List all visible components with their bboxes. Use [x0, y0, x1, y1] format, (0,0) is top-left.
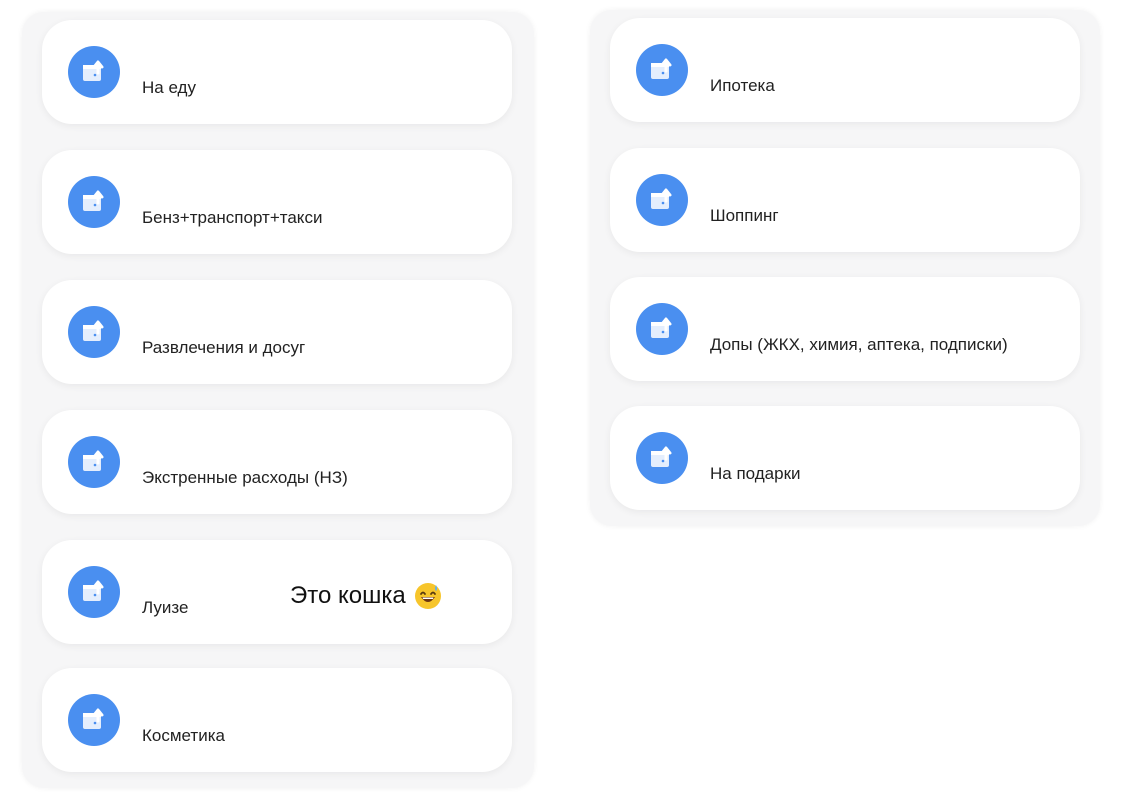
- category-card-mortgage[interactable]: Ипотека: [610, 18, 1080, 122]
- category-label: На подарки: [710, 464, 801, 483]
- category-label: Бенз+транспорт+такси: [142, 208, 323, 227]
- category-card-food[interactable]: На еду: [42, 20, 512, 124]
- category-label: Экстренные расходы (НЗ): [142, 468, 348, 487]
- category-card-shopping[interactable]: Шоппинг: [610, 148, 1080, 252]
- wallet-arrow-up-icon: [68, 46, 120, 98]
- category-card-cosmetics[interactable]: Косметика: [42, 668, 512, 772]
- wallet-arrow-up-icon: [68, 306, 120, 358]
- category-label: Допы (ЖКХ, химия, аптека, подписки): [710, 335, 1008, 354]
- wallet-arrow-up-icon: [636, 432, 688, 484]
- category-label: Развлечения и досуг: [142, 338, 306, 357]
- grinning-sweat-emoji-icon: [414, 582, 442, 610]
- right-category-panel: Ипотека Шоппинг Допы (ЖКХ, химия, аптека…: [590, 10, 1100, 526]
- left-category-panel: На еду Бенз+транспорт+такси Развлечения …: [22, 12, 534, 788]
- wallet-arrow-up-icon: [68, 694, 120, 746]
- category-label: Косметика: [142, 726, 225, 745]
- category-label: Луизе: [142, 598, 189, 617]
- category-label: На еду: [142, 78, 196, 97]
- wallet-arrow-up-icon: [68, 436, 120, 488]
- annotation-note: Это кошка: [290, 582, 442, 610]
- wallet-arrow-up-icon: [68, 176, 120, 228]
- category-card-entertainment[interactable]: Развлечения и досуг: [42, 280, 512, 384]
- category-card-transport[interactable]: Бенз+транспорт+такси: [42, 150, 512, 254]
- category-card-extras[interactable]: Допы (ЖКХ, химия, аптека, подписки): [610, 277, 1080, 381]
- wallet-arrow-up-icon: [636, 44, 688, 96]
- category-label: Ипотека: [710, 76, 775, 95]
- annotation-text: Это кошка: [290, 582, 406, 609]
- wallet-arrow-up-icon: [68, 566, 120, 618]
- category-card-emergency[interactable]: Экстренные расходы (НЗ): [42, 410, 512, 514]
- wallet-arrow-up-icon: [636, 174, 688, 226]
- category-card-gifts[interactable]: На подарки: [610, 406, 1080, 510]
- category-label: Шоппинг: [710, 206, 779, 225]
- category-card-luize[interactable]: Луизе Это кошка: [42, 540, 512, 644]
- wallet-arrow-up-icon: [636, 303, 688, 355]
